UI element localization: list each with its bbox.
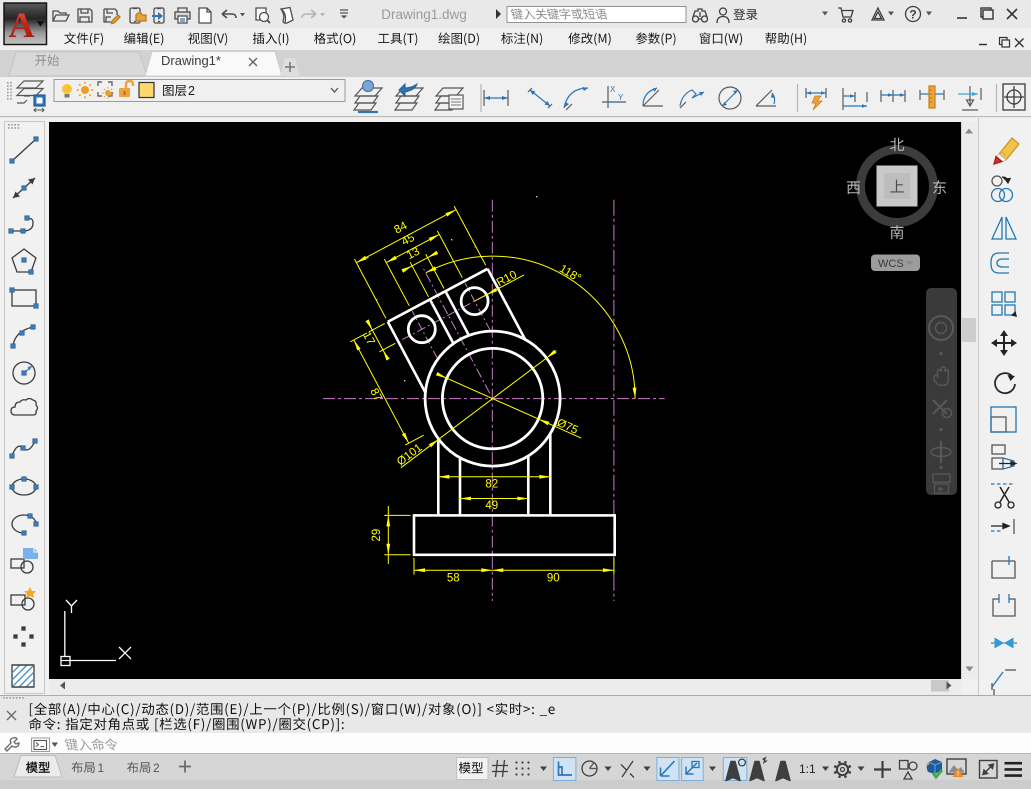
svg-text:1: 1: [98, 761, 105, 775]
svg-text:1:1: 1:1: [799, 762, 816, 776]
svg-text:90: 90: [547, 572, 560, 584]
svg-text:!: !: [957, 769, 959, 778]
svg-text:49: 49: [485, 500, 498, 512]
svg-text:Ø75: Ø75: [555, 417, 580, 437]
svg-text:Y: Y: [618, 93, 624, 102]
svg-text:2: 2: [188, 84, 195, 98]
svg-text:29: 29: [371, 529, 383, 542]
svg-text:WCS: WCS: [878, 258, 904, 270]
svg-text:87: 87: [367, 387, 384, 404]
svg-text:82: 82: [485, 478, 498, 490]
svg-text:?: ?: [909, 8, 916, 22]
svg-text:Drawing1.dwg: Drawing1.dwg: [381, 7, 467, 22]
svg-text:R10: R10: [495, 269, 519, 290]
svg-text:58: 58: [447, 572, 460, 584]
svg-text:13: 13: [405, 246, 422, 263]
svg-text:118°: 118°: [557, 263, 583, 285]
svg-text:Ø101: Ø101: [395, 442, 425, 469]
svg-text:X: X: [610, 85, 616, 94]
svg-text:Drawing1*: Drawing1*: [161, 53, 221, 68]
svg-text:A: A: [9, 5, 35, 45]
svg-text:2: 2: [153, 761, 160, 775]
